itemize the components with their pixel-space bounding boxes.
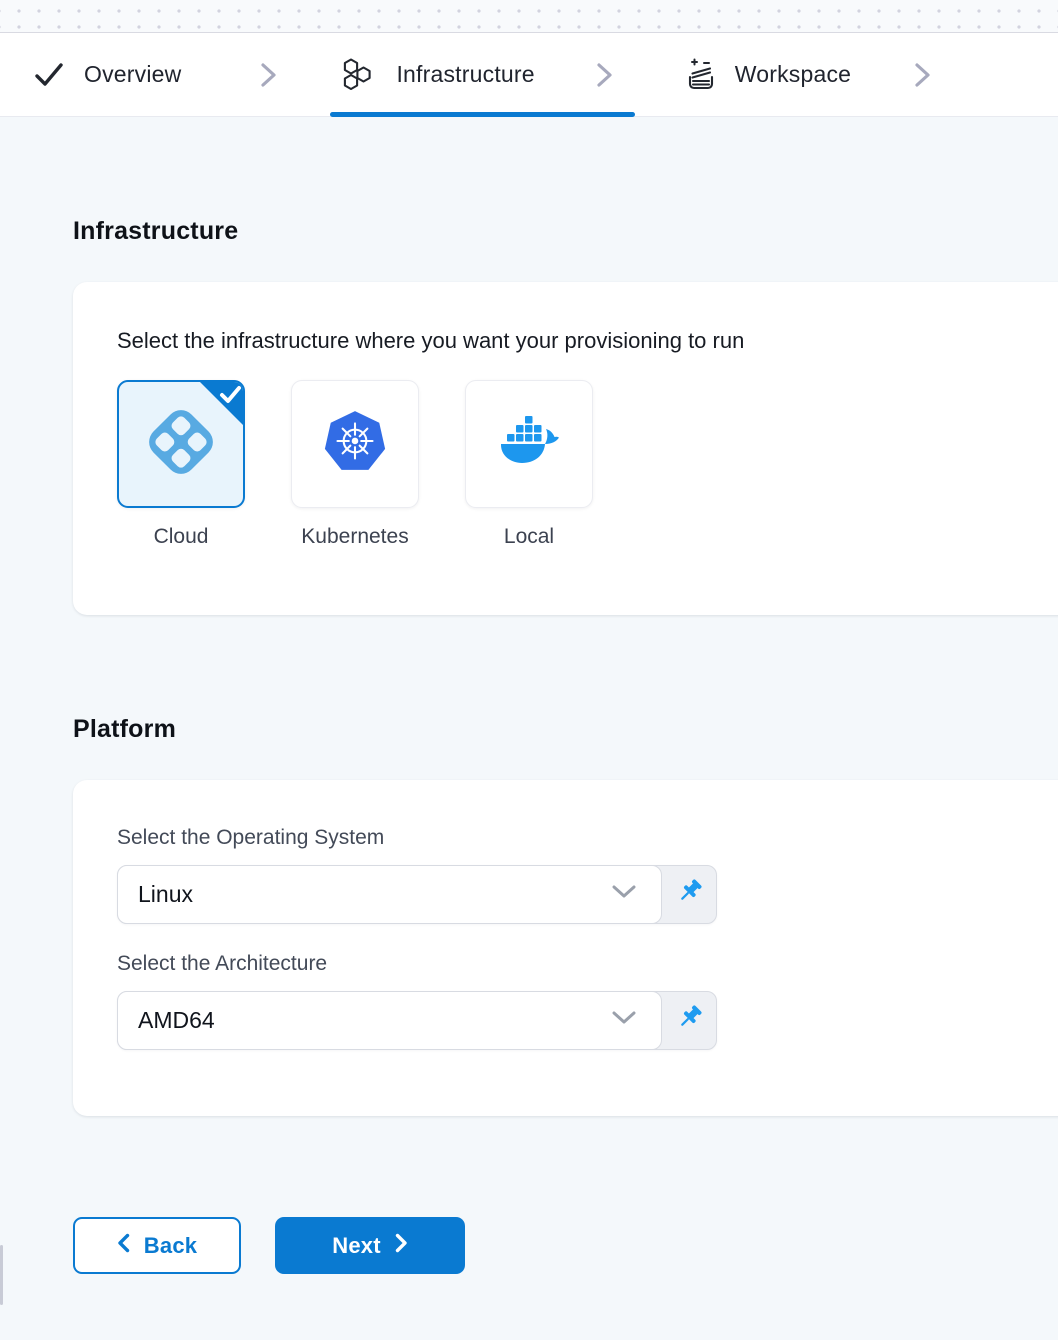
step-workspace[interactable]: Workspace (615, 56, 851, 94)
os-select-group: Linux (117, 865, 717, 924)
platform-panel: Select the Operating System Linux (73, 780, 1058, 1116)
kubernetes-card[interactable] (291, 380, 419, 508)
os-select[interactable]: Linux (117, 865, 662, 924)
back-button-label: Back (144, 1233, 197, 1259)
step-label: Overview (84, 61, 181, 88)
active-step-underline (330, 112, 635, 117)
step-label: Infrastructure (396, 61, 534, 88)
pushpin-icon (674, 877, 704, 912)
arch-select-group: AMD64 (117, 991, 717, 1050)
hexagons-icon (339, 56, 375, 94)
chevron-right-icon (258, 62, 279, 88)
infrastructure-options: Cloud (117, 380, 1058, 549)
scrollbar-sliver[interactable] (0, 1245, 3, 1305)
step-infrastructure[interactable]: Infrastructure (279, 56, 534, 94)
os-field: Select the Operating System Linux (117, 826, 1058, 924)
wizard-stepper: Overview Infrastructure (0, 33, 1058, 117)
option-label-kubernetes: Kubernetes (301, 525, 408, 549)
step-label: Workspace (735, 61, 851, 88)
os-select-value: Linux (138, 881, 193, 908)
local-card[interactable] (465, 380, 593, 508)
chevron-left-icon (117, 1233, 130, 1259)
os-field-label: Select the Operating System (117, 826, 1058, 850)
arch-select-value: AMD64 (138, 1007, 215, 1034)
chevron-right-icon (594, 62, 615, 88)
chevron-down-icon (611, 884, 637, 905)
chevron-right-icon (912, 62, 933, 88)
dotted-header-strip (0, 0, 1058, 33)
option-label-local: Local (504, 525, 554, 549)
chevron-down-icon (611, 1010, 637, 1031)
infrastructure-heading: Infrastructure (73, 217, 1058, 246)
arch-field-label: Select the Architecture (117, 952, 1058, 976)
infrastructure-panel: Select the infrastructure where you want… (73, 282, 1058, 615)
option-local: Local (465, 380, 593, 549)
back-button[interactable]: Back (73, 1217, 241, 1274)
option-label-cloud: Cloud (154, 525, 209, 549)
pushpin-icon (674, 1003, 704, 1038)
arch-pin-button[interactable] (661, 992, 716, 1049)
infrastructure-prompt: Select the infrastructure where you want… (117, 328, 1058, 354)
check-icon (33, 59, 64, 90)
option-kubernetes: Kubernetes (291, 380, 419, 549)
stacked-tray-icon (683, 56, 719, 94)
step-overview[interactable]: Overview (33, 59, 181, 90)
os-pin-button[interactable] (661, 866, 716, 923)
arch-select[interactable]: AMD64 (117, 991, 662, 1050)
next-button[interactable]: Next (275, 1217, 465, 1274)
cloud-card[interactable] (117, 380, 245, 508)
docker-icon (493, 408, 565, 481)
arch-field: Select the Architecture AMD64 (117, 952, 1058, 1050)
next-button-label: Next (332, 1233, 381, 1259)
platform-heading: Platform (73, 715, 1058, 744)
selected-check-badge (198, 380, 245, 427)
wizard-actions: Back Next (73, 1217, 1058, 1274)
chevron-right-icon (395, 1233, 408, 1259)
wizard-content: Infrastructure Select the infrastructure… (0, 217, 1058, 1274)
kubernetes-icon (322, 409, 388, 480)
option-cloud: Cloud (117, 380, 245, 549)
